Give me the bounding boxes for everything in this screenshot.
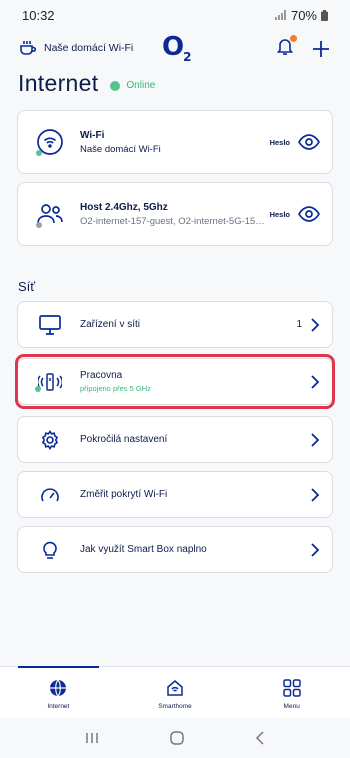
devices-count: 1 — [296, 319, 302, 330]
home-icon[interactable] — [170, 731, 184, 745]
status-bar: 10:32 70% — [0, 0, 350, 30]
coverage-label: Změřit pokrytí Wi-Fi — [80, 489, 168, 500]
extender-item[interactable]: Pracovna připojeno přes 5 GHz — [17, 358, 333, 405]
guest-status-dot — [36, 222, 42, 228]
status-time: 10:32 — [22, 7, 55, 23]
smarthome-icon — [167, 680, 183, 696]
advanced-settings-item[interactable]: Pokročilá nastavení — [17, 416, 333, 463]
menu-grid-icon — [282, 679, 301, 697]
tab-internet-label: Internet — [47, 703, 70, 710]
o2-logo: O2 — [162, 32, 192, 65]
tab-smarthome[interactable]: Smarthome — [117, 667, 234, 718]
battery-percent: 70% — [290, 7, 317, 23]
wifi-title: Wi-Fi — [80, 129, 105, 141]
network-name: Naše domácí Wi-Fi — [44, 42, 134, 54]
globe-icon — [50, 679, 67, 697]
lightbulb-icon — [43, 541, 57, 559]
extender-label: Pracovna — [80, 370, 123, 381]
online-dot — [110, 80, 121, 91]
section-title: Síť — [18, 279, 36, 294]
status-right: 70% — [274, 7, 328, 23]
password-label[interactable]: Heslo — [270, 138, 290, 147]
back-icon[interactable] — [255, 731, 265, 745]
gear-icon — [41, 429, 59, 450]
speedometer-icon — [41, 487, 59, 501]
online-label: Online — [126, 80, 156, 91]
extender-status-dot — [35, 385, 41, 392]
battery-icon — [321, 9, 328, 21]
guest-subtitle: O2-internet-157-guest, O2-internet-5G-15… — [80, 215, 270, 227]
extender-icon — [38, 372, 62, 391]
recent-apps-icon[interactable] — [85, 732, 99, 744]
notifications-button[interactable] — [276, 35, 297, 61]
chevron-right-icon — [311, 487, 320, 502]
coverage-item[interactable]: Změřit pokrytí Wi-Fi — [17, 471, 333, 518]
notification-badge — [290, 35, 297, 42]
wifi-subtitle: Naše domácí Wi-Fi — [80, 143, 161, 155]
chevron-right-icon — [311, 374, 320, 389]
guest-password-label[interactable]: Heslo — [270, 210, 290, 219]
smartbox-tips-item[interactable]: Jak využít Smart Box naplno — [17, 526, 333, 573]
network-selector[interactable]: Naše domácí Wi-Fi — [18, 40, 133, 56]
add-icon[interactable] — [312, 40, 330, 58]
tab-menu[interactable]: Menu — [233, 667, 350, 718]
signal-icon — [274, 10, 286, 20]
wifi-card[interactable]: Wi-Fi Naše domácí Wi-Fi Heslo — [17, 110, 333, 174]
tab-smarthome-label: Smarthome — [158, 703, 192, 710]
chevron-right-icon — [311, 542, 320, 557]
devices-item[interactable]: Zařízení v síti 1 — [17, 301, 333, 348]
page-header: Internet Online — [18, 70, 155, 97]
bottom-tab-bar: Internet Smarthome Menu — [0, 666, 350, 718]
app-bar: Naše domácí Wi-Fi O2 — [0, 32, 350, 64]
connection-dot — [36, 150, 42, 156]
tab-menu-label: Menu — [283, 703, 300, 710]
extender-subtitle: připojeno přes 5 GHz — [80, 384, 151, 393]
chevron-right-icon — [311, 317, 320, 332]
guest-wifi-card[interactable]: Host 2.4Ghz, 5Ghz O2-internet-157-guest,… — [17, 182, 333, 246]
tab-internet[interactable]: Internet — [0, 666, 117, 718]
devices-label: Zařízení v síti — [80, 319, 141, 330]
eye-icon[interactable] — [298, 206, 320, 222]
guest-title: Host 2.4Ghz, 5Ghz — [80, 201, 168, 213]
eye-icon[interactable] — [298, 134, 320, 150]
home-router-icon — [20, 41, 36, 55]
status-badge: Online — [110, 80, 155, 91]
advanced-settings-label: Pokročilá nastavení — [80, 434, 168, 445]
chevron-right-icon — [311, 432, 320, 447]
smartbox-tips-label: Jak využít Smart Box naplno — [80, 544, 207, 555]
page-title: Internet — [18, 70, 99, 96]
monitor-icon — [39, 314, 61, 335]
system-nav-bar — [0, 718, 350, 758]
